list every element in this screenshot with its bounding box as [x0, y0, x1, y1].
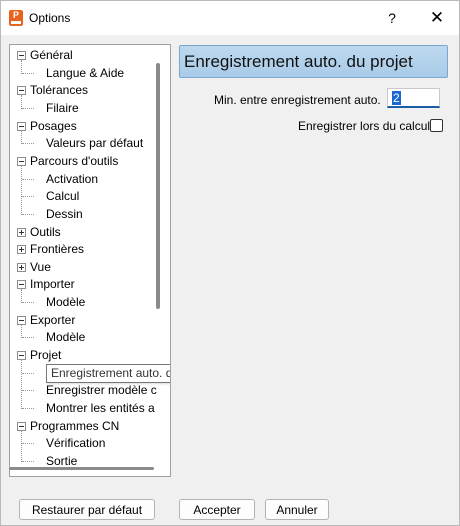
tree-horizontal-scrollbar[interactable]	[9, 467, 154, 470]
collapse-icon[interactable]	[17, 280, 26, 290]
tree-connector	[22, 337, 34, 339]
tree-connector	[21, 360, 22, 409]
expand-icon[interactable]	[17, 262, 26, 272]
tree-item-label: Montrer les entités a	[46, 401, 155, 415]
help-button[interactable]: ?	[378, 6, 406, 30]
tree-item-label: Dessin	[46, 206, 83, 221]
tree-item-label: Frontières	[30, 242, 85, 257]
tree-connector	[22, 213, 34, 215]
tree-connector	[21, 430, 22, 462]
tree-item-label: Langue & Aide	[46, 65, 125, 80]
tree-item-label: Tolérances	[30, 83, 89, 98]
interval-input[interactable]: 2	[387, 88, 440, 108]
tree-connector	[22, 460, 34, 462]
tree-item-label: Posages	[30, 118, 77, 133]
options-tree[interactable]: Général Langue & Aide Tolérances Filaire Pos…	[9, 44, 171, 477]
app-icon: P	[9, 10, 23, 26]
tree-connector	[21, 324, 22, 339]
options-dialog: P Options ? ✕ Général Langue & Aide Toléra…	[0, 0, 460, 526]
tree-item-label: Enregistrement auto. du projet	[46, 363, 170, 383]
tree-item-label: Valeurs par défaut	[46, 136, 144, 151]
interval-label: Min. entre enregistrement auto.	[214, 93, 381, 107]
tree-vertical-scrollbar[interactable]	[156, 63, 160, 309]
tree-item-label: Modèle	[46, 330, 86, 345]
tree-item-label: Modèle	[46, 295, 86, 310]
tree-item-label: Vue	[30, 259, 51, 274]
tree-item-label: Parcours d'outils	[30, 153, 119, 168]
collapse-icon[interactable]	[17, 156, 26, 166]
tree-item-label: Enregistrer modèle c	[46, 383, 157, 398]
title-bar: P Options ? ✕	[1, 1, 459, 35]
tree-connector	[22, 72, 34, 74]
tree-connector	[22, 372, 34, 374]
tree-connector	[22, 302, 34, 304]
tree-item-label: Projet	[30, 348, 62, 363]
tree-item-label: Général	[30, 48, 73, 62]
tree-connector	[22, 107, 34, 109]
tree-item-label: Filaire	[46, 100, 79, 115]
panel-header: Enregistrement auto. du projet	[179, 45, 448, 78]
tree-connector	[21, 289, 22, 304]
tree-item-label: Exporter	[30, 312, 76, 327]
collapse-icon[interactable]	[17, 315, 26, 325]
close-button[interactable]: ✕	[423, 6, 451, 30]
interval-value: 2	[392, 91, 401, 105]
collapse-icon[interactable]	[17, 351, 26, 361]
tree-connector	[21, 130, 22, 145]
accept-button[interactable]: Accepter	[179, 499, 255, 520]
window-title: Options	[29, 11, 71, 25]
tree-connector	[21, 60, 22, 74]
tree-connector	[22, 390, 34, 392]
tree-item-label: Activation	[46, 171, 99, 186]
tree-connector	[22, 178, 34, 180]
tree-connector	[22, 196, 34, 198]
restore-defaults-button[interactable]: Restaurer par défaut	[19, 499, 155, 520]
save-on-calc-label: Enregistrer lors du calcul	[298, 119, 431, 133]
save-on-calc-checkbox[interactable]	[430, 119, 443, 132]
tree-item-label: Programmes CN	[30, 418, 120, 433]
tree-item-label: Outils	[30, 224, 61, 239]
cancel-button[interactable]: Annuler	[265, 499, 329, 520]
expand-icon[interactable]	[17, 245, 26, 255]
tree-item-label: Calcul	[46, 189, 80, 204]
collapse-icon[interactable]	[17, 86, 26, 96]
tree-connector	[22, 443, 34, 445]
tree-connector	[21, 95, 22, 109]
panel-title: Enregistrement auto. du projet	[184, 52, 413, 71]
tree-connector	[21, 165, 22, 215]
tree-connector	[22, 143, 34, 145]
tree-connector	[22, 408, 34, 409]
expand-icon[interactable]	[17, 227, 26, 237]
tree-item-label: Importer	[30, 277, 75, 292]
collapse-icon[interactable]	[17, 51, 26, 60]
tree-item-label: Vérification	[46, 436, 106, 451]
collapse-icon[interactable]	[17, 421, 26, 431]
collapse-icon[interactable]	[17, 121, 26, 131]
